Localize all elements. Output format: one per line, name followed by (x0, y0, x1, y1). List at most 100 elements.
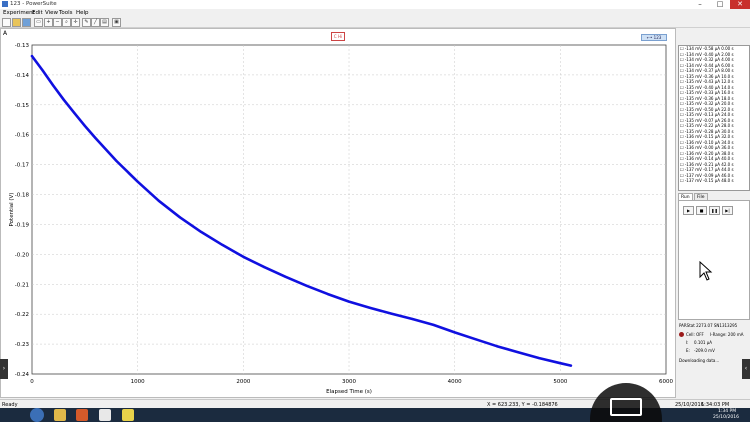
clock-time: 1:34 PM (718, 409, 737, 414)
skip-button[interactable]: ▶| (722, 206, 733, 215)
data-point (559, 362, 562, 365)
zoom-out-icon[interactable]: − (53, 18, 62, 27)
media-player-icon[interactable] (76, 409, 88, 421)
y-tick-label: -0.13 (15, 43, 30, 49)
open-icon[interactable] (12, 18, 21, 27)
data-point (495, 345, 499, 348)
y-tick-label: -0.18 (15, 193, 30, 199)
powersuite-taskbar-icon[interactable] (122, 409, 134, 421)
data-point (411, 317, 414, 321)
x-tick-label: 5000 (553, 379, 567, 385)
data-point (52, 84, 55, 87)
y-tick-label: -0.16 (15, 133, 30, 139)
data-point (41, 69, 44, 72)
x-tick-label: 1000 (131, 379, 145, 385)
right-edge-chevron-icon[interactable]: ‹ (742, 359, 750, 379)
data-point (73, 111, 76, 114)
window-title: 123 - PowerSuite (10, 1, 57, 7)
data-point (83, 124, 86, 127)
mouse-cursor-icon (699, 261, 713, 281)
log-row[interactable]: ☐ -137 mV -0.15 µA 48.0 s (679, 178, 749, 184)
data-point (326, 293, 329, 296)
zoom-in-icon[interactable]: + (44, 18, 53, 27)
data-point (432, 323, 435, 327)
potential-label: E: (686, 348, 690, 353)
menu-help[interactable]: Help (76, 10, 89, 16)
device-info: PARStat 2273.07 SN1313295 Cell: OFF I-Ra… (678, 323, 748, 375)
cell-status-icon (679, 332, 684, 337)
x-tick-label: 2000 (236, 379, 250, 385)
y-tick-label: -0.15 (15, 103, 30, 109)
y-tick-label: -0.17 (15, 163, 30, 169)
x-tick-label: 4000 (448, 379, 462, 385)
annotate-icon[interactable]: ▤ (100, 18, 109, 27)
document-app-icon[interactable] (99, 409, 111, 421)
data-log-list[interactable]: ☐ -134 mV -0.58 µA 0.00 s ☐ -134 mV -0.40… (678, 45, 750, 191)
title-bar: 123 - PowerSuite – □ ✕ (0, 0, 750, 9)
scale-widget[interactable]: ←• 123 (641, 34, 667, 41)
data-point (242, 255, 245, 258)
explorer-icon[interactable] (54, 409, 66, 421)
data-point (569, 364, 573, 367)
cell-status: Cell: OFF (686, 332, 704, 337)
stop-button[interactable]: ■ (696, 206, 707, 215)
data-point (62, 98, 65, 101)
x-axis-label: Elapsed Time (s) (326, 389, 372, 395)
select-icon[interactable]: ▭ (34, 18, 43, 27)
side-panel: ☐ -134 mV -0.58 µA 0.00 s ☐ -134 mV -0.40… (676, 28, 750, 398)
scale-label: 123 (653, 35, 662, 40)
download-status: Downloading data... (679, 358, 720, 363)
data-point (157, 199, 160, 202)
pause-button[interactable]: ❚❚ (709, 206, 720, 215)
new-icon[interactable] (2, 18, 11, 27)
start-button-icon[interactable] (30, 408, 44, 422)
current-range: I-Range: 200 mA (710, 332, 744, 337)
print-icon[interactable]: ▣ (112, 18, 121, 27)
menu-view[interactable]: View (45, 10, 58, 16)
powersuite-window: 123 - PowerSuite – □ ✕ Experiment Edit V… (0, 0, 750, 408)
data-point (199, 230, 203, 234)
y-tick-label: -0.21 (15, 282, 29, 288)
data-point (284, 275, 287, 278)
save-icon[interactable] (22, 18, 31, 27)
data-point (516, 351, 520, 354)
run-controls: ▶ ■ ❚❚ ▶| (678, 200, 750, 320)
y-axis-label: Potential (V) (9, 193, 15, 227)
toolbar: ▭ + − ⌕ ✛ ✎ ╱ ▤ ▣ (0, 17, 750, 28)
y-tick-label: -0.23 (15, 342, 30, 348)
hi-button[interactable]: C Hi (331, 32, 345, 41)
potential-value: -209.0 mV (694, 348, 715, 353)
run-button[interactable]: ▶ (683, 206, 694, 215)
data-point (347, 300, 351, 303)
y-tick-label: -0.24 (15, 372, 30, 378)
x-tick-label: 0 (30, 379, 34, 385)
y-tick-label: -0.14 (15, 73, 30, 79)
minimize-button[interactable]: – (690, 0, 710, 9)
data-point (115, 159, 118, 163)
graph-panel[interactable]: A 0 1000 2000 3000 4000 5000 6000 -0.13 -0.14 -0.… (0, 28, 676, 398)
close-button[interactable]: ✕ (730, 0, 750, 9)
data-point (390, 312, 393, 315)
device-name: PARStat 2273.07 SN1313295 (679, 323, 738, 328)
y-tick-label: -0.20 (15, 252, 30, 258)
data-point (178, 216, 182, 219)
cursor-icon[interactable]: ✛ (71, 18, 80, 27)
x-tick-label: 3000 (342, 379, 356, 385)
left-edge-chevron-icon[interactable]: › (0, 359, 8, 379)
keyboard-icon (610, 398, 642, 416)
zoom-fit-icon[interactable]: ⌕ (62, 18, 71, 27)
data-point (30, 54, 34, 58)
menu-edit[interactable]: Edit (32, 10, 43, 16)
data-point (453, 331, 456, 334)
data-point (136, 180, 139, 183)
potential-chart: 0 1000 2000 3000 4000 5000 6000 -0.13 -0.14 -0.15… (9, 43, 673, 395)
menu-bar: Experiment Edit View Tools Help (0, 9, 750, 17)
menu-tools[interactable]: Tools (59, 10, 73, 16)
line-icon[interactable]: ╱ (91, 18, 100, 27)
data-point (94, 136, 97, 140)
maximize-button[interactable]: □ (710, 0, 730, 9)
app-icon (2, 1, 8, 7)
data-point (305, 284, 308, 287)
menu-experiment[interactable]: Experiment (3, 10, 35, 16)
pencil-icon[interactable]: ✎ (82, 18, 91, 27)
